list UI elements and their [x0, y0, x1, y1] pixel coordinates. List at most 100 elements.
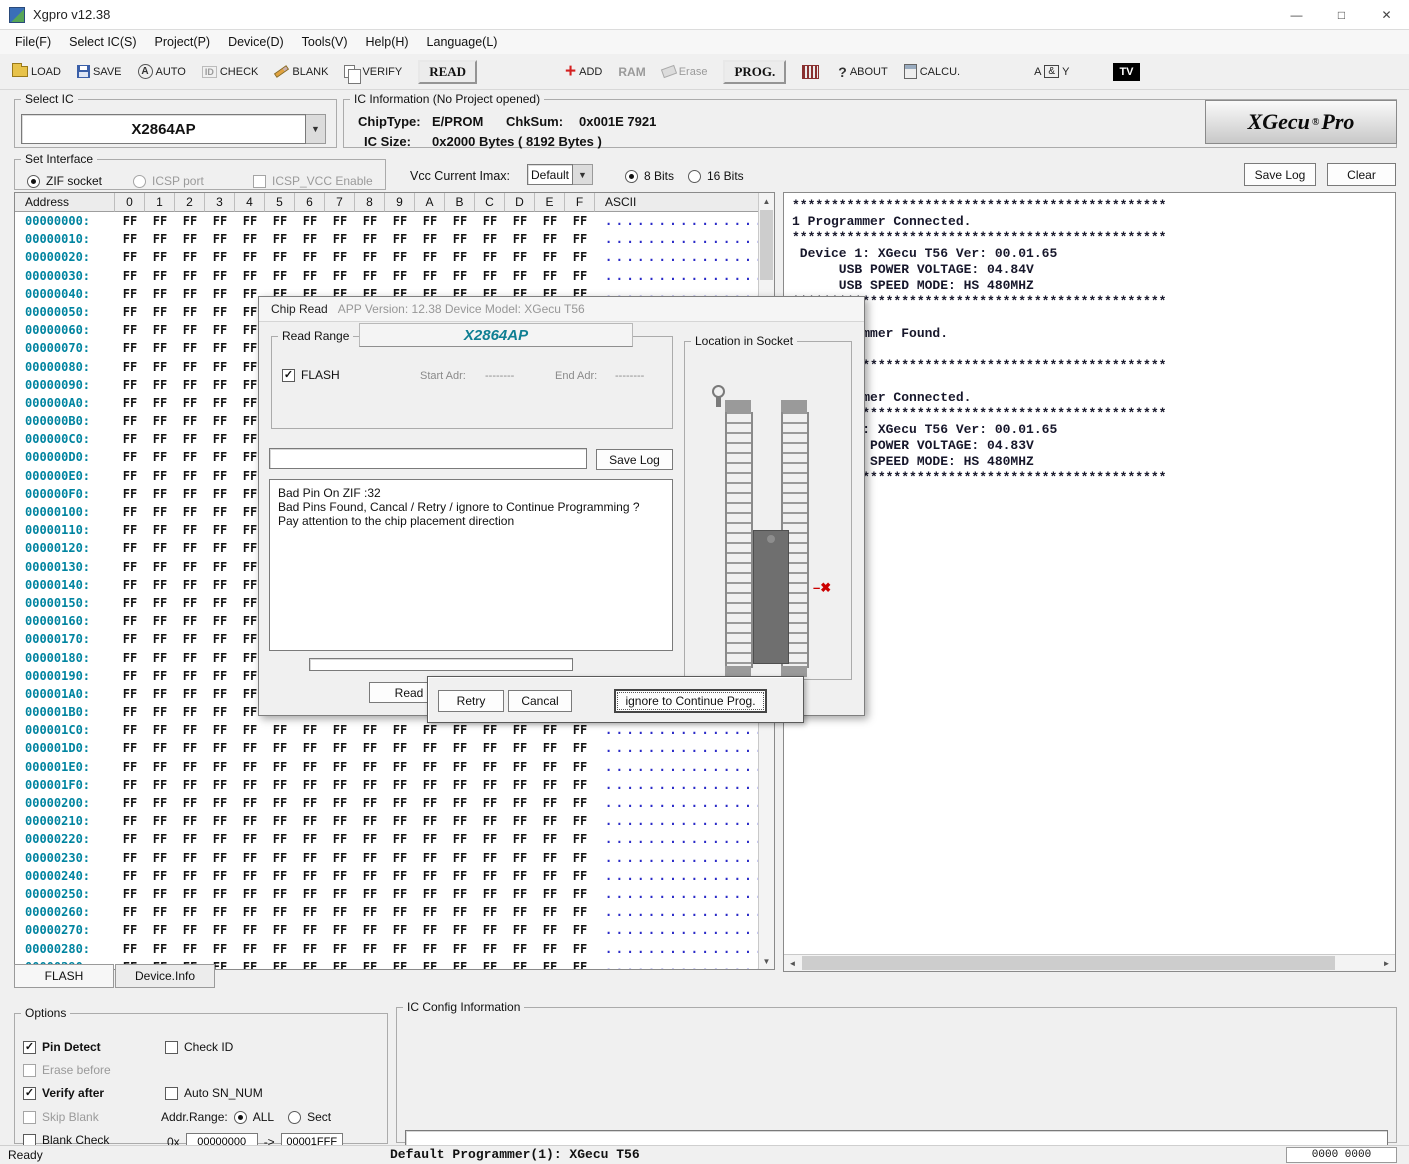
hex-byte-cell[interactable]: FF — [145, 794, 175, 812]
hex-byte-cell[interactable]: FF — [115, 649, 145, 667]
hex-byte-cell[interactable]: FF — [535, 721, 565, 739]
hex-byte-cell[interactable]: FF — [205, 576, 235, 594]
hex-byte-cell[interactable]: FF — [265, 867, 295, 885]
hex-ascii-cell[interactable]: ................ — [595, 903, 758, 921]
hex-byte-cell[interactable]: FF — [415, 739, 445, 757]
hex-byte-cell[interactable]: FF — [385, 812, 415, 830]
hex-byte-cell[interactable]: FF — [115, 903, 145, 921]
hex-byte-cell[interactable]: FF — [445, 958, 475, 969]
hex-byte-cell[interactable]: FF — [205, 885, 235, 903]
hex-byte-cell[interactable]: FF — [115, 558, 145, 576]
hex-byte-cell[interactable]: FF — [295, 248, 325, 266]
vcc-current-select[interactable]: Default ▼ — [527, 164, 593, 185]
hex-byte-cell[interactable]: FF — [235, 867, 265, 885]
hex-byte-cell[interactable]: FF — [505, 830, 535, 848]
hex-byte-cell[interactable]: FF — [445, 230, 475, 248]
hex-byte-cell[interactable]: FF — [445, 921, 475, 939]
bits16-radio[interactable]: 16 Bits — [688, 169, 744, 183]
hex-byte-cell[interactable]: FF — [385, 830, 415, 848]
hex-byte-cell[interactable]: FF — [295, 812, 325, 830]
hex-byte-cell[interactable]: FF — [265, 849, 295, 867]
hex-byte-cell[interactable]: FF — [115, 321, 145, 339]
hex-byte-cell[interactable]: FF — [505, 267, 535, 285]
minimize-button[interactable]: — — [1274, 0, 1319, 30]
hex-byte-cell[interactable]: FF — [145, 558, 175, 576]
hex-byte-cell[interactable]: FF — [475, 248, 505, 266]
hex-byte-cell[interactable]: FF — [535, 867, 565, 885]
hex-byte-cell[interactable]: FF — [265, 758, 295, 776]
hex-byte-cell[interactable]: FF — [415, 721, 445, 739]
hex-byte-cell[interactable]: FF — [175, 558, 205, 576]
hex-byte-cell[interactable]: FF — [385, 867, 415, 885]
hex-byte-cell[interactable]: FF — [145, 412, 175, 430]
hex-byte-cell[interactable]: FF — [385, 921, 415, 939]
hex-byte-cell[interactable]: FF — [175, 503, 205, 521]
hex-byte-cell[interactable]: FF — [265, 812, 295, 830]
hex-byte-cell[interactable]: FF — [205, 485, 235, 503]
hex-byte-cell[interactable]: FF — [145, 721, 175, 739]
hex-byte-cell[interactable]: FF — [175, 867, 205, 885]
hex-byte-cell[interactable]: FF — [145, 576, 175, 594]
hex-byte-cell[interactable]: FF — [235, 849, 265, 867]
hex-byte-cell[interactable]: FF — [205, 703, 235, 721]
hex-byte-cell[interactable]: FF — [145, 376, 175, 394]
hex-byte-cell[interactable]: FF — [175, 794, 205, 812]
hex-byte-cell[interactable]: FF — [325, 230, 355, 248]
hex-byte-cell[interactable]: FF — [565, 212, 595, 230]
hex-byte-cell[interactable]: FF — [295, 921, 325, 939]
hex-byte-cell[interactable]: FF — [205, 230, 235, 248]
hex-byte-cell[interactable]: FF — [325, 794, 355, 812]
hex-byte-cell[interactable]: FF — [385, 958, 415, 969]
hex-byte-cell[interactable]: FF — [505, 849, 535, 867]
hex-byte-cell[interactable]: FF — [475, 212, 505, 230]
hex-byte-cell[interactable]: FF — [475, 776, 505, 794]
hex-ascii-cell[interactable]: ................ — [595, 885, 758, 903]
scroll-down-icon[interactable]: ▼ — [759, 953, 774, 969]
hex-byte-cell[interactable]: FF — [475, 830, 505, 848]
hex-byte-cell[interactable]: FF — [325, 940, 355, 958]
scrollbar-thumb[interactable] — [802, 956, 1335, 970]
hex-byte-cell[interactable]: FF — [205, 685, 235, 703]
hex-byte-cell[interactable]: FF — [205, 849, 235, 867]
hex-byte-cell[interactable]: FF — [205, 940, 235, 958]
hex-byte-cell[interactable]: FF — [175, 940, 205, 958]
hex-byte-cell[interactable]: FF — [175, 758, 205, 776]
hex-byte-cell[interactable]: FF — [535, 776, 565, 794]
hex-byte-cell[interactable]: FF — [145, 467, 175, 485]
hex-byte-cell[interactable]: FF — [415, 812, 445, 830]
hex-byte-cell[interactable]: FF — [115, 667, 145, 685]
hex-byte-cell[interactable]: FF — [205, 430, 235, 448]
hex-byte-cell[interactable]: FF — [355, 267, 385, 285]
menu-device[interactable]: Device(D) — [219, 30, 293, 54]
hex-byte-cell[interactable]: FF — [145, 430, 175, 448]
hex-byte-cell[interactable]: FF — [115, 867, 145, 885]
hex-byte-cell[interactable]: FF — [115, 630, 145, 648]
hex-byte-cell[interactable]: FF — [145, 339, 175, 357]
vcc-current-value[interactable]: Default — [527, 164, 573, 185]
hex-byte-cell[interactable]: FF — [325, 758, 355, 776]
hex-byte-cell[interactable]: FF — [415, 248, 445, 266]
hex-byte-cell[interactable]: FF — [415, 776, 445, 794]
hex-byte-cell[interactable]: FF — [175, 903, 205, 921]
hex-byte-cell[interactable]: FF — [325, 921, 355, 939]
hex-byte-cell[interactable]: FF — [235, 958, 265, 969]
hex-byte-cell[interactable]: FF — [325, 248, 355, 266]
hex-byte-cell[interactable]: FF — [175, 703, 205, 721]
hex-byte-cell[interactable]: FF — [175, 248, 205, 266]
hex-ascii-cell[interactable]: ................ — [595, 812, 758, 830]
ic-combo[interactable]: X2864AP ▼ — [21, 114, 326, 144]
hex-byte-cell[interactable]: FF — [535, 267, 565, 285]
hex-byte-cell[interactable]: FF — [535, 758, 565, 776]
hex-byte-cell[interactable]: FF — [145, 248, 175, 266]
hex-byte-cell[interactable]: FF — [505, 958, 535, 969]
hex-byte-cell[interactable]: FF — [295, 267, 325, 285]
hex-byte-cell[interactable]: FF — [505, 230, 535, 248]
hex-byte-cell[interactable]: FF — [415, 903, 445, 921]
hex-byte-cell[interactable]: FF — [415, 958, 445, 969]
hex-byte-cell[interactable]: FF — [325, 958, 355, 969]
hex-byte-cell[interactable]: FF — [445, 940, 475, 958]
hex-byte-cell[interactable]: FF — [205, 503, 235, 521]
hex-byte-cell[interactable]: FF — [415, 230, 445, 248]
hex-byte-cell[interactable]: FF — [145, 812, 175, 830]
hex-byte-cell[interactable]: FF — [565, 812, 595, 830]
